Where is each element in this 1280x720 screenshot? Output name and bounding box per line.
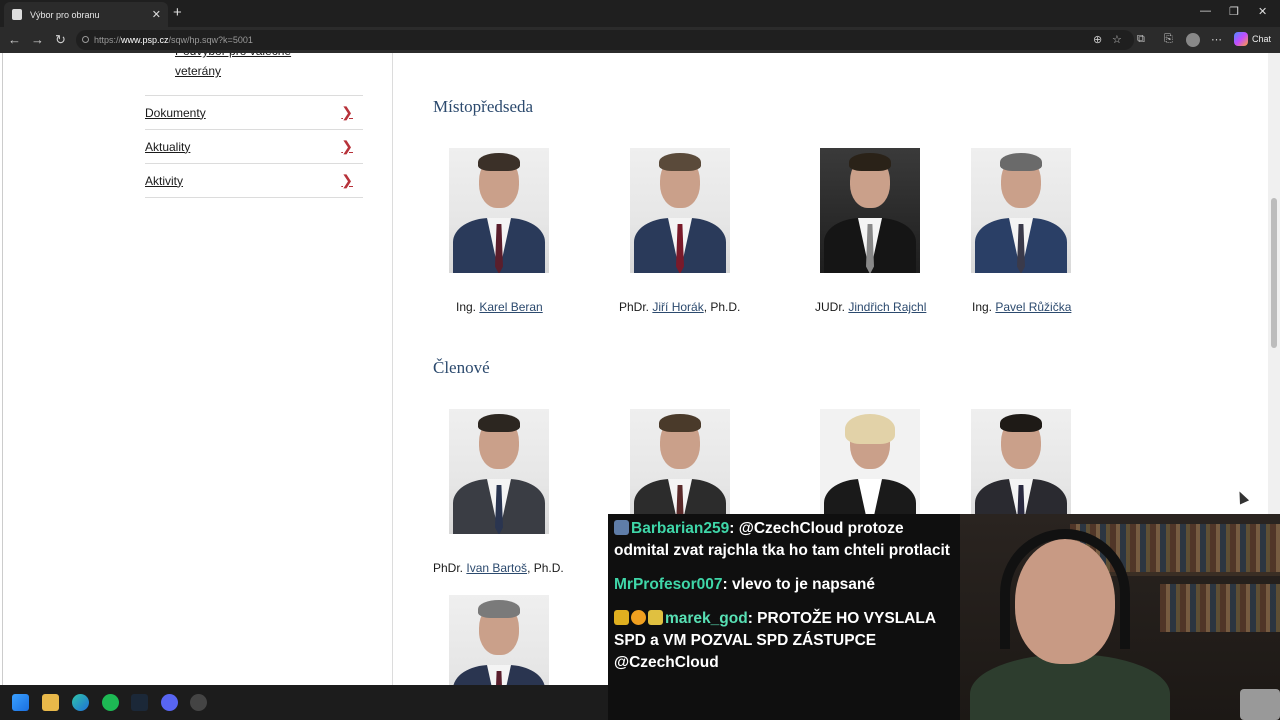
browser-tab[interactable]: Výbor pro obranu ✕: [4, 2, 168, 27]
close-tab-icon[interactable]: ✕: [152, 8, 161, 21]
forward-icon[interactable]: →: [31, 32, 44, 47]
member-link[interactable]: Jindřich Rajchl: [848, 300, 926, 314]
favorite-star-icon[interactable]: ☆: [1112, 33, 1122, 46]
chat-username: MrProfesor007: [614, 576, 723, 593]
windows-start-icon[interactable]: [12, 694, 29, 711]
section-title-members: Členové: [433, 358, 490, 377]
crown-badge-icon: [614, 610, 629, 625]
url-prefix: https://: [94, 35, 122, 45]
close-window-icon[interactable]: ✕: [1258, 5, 1267, 18]
sidebar-menu: Dokumenty ❯ Aktuality ❯ Aktivity ❯: [145, 95, 363, 198]
chat-message: Barbarian259: @CzechCloud protoze odmita…: [614, 520, 950, 559]
member-title-prefix: JUDr.: [815, 300, 845, 314]
member-title-prefix: PhDr.: [619, 300, 650, 314]
chat-label: Chat: [1252, 34, 1272, 44]
collections-icon[interactable]: ⎘: [1164, 33, 1173, 46]
member-name: Ing. Karel Beran: [456, 300, 543, 314]
profile-avatar[interactable]: [1186, 33, 1200, 47]
stream-chat-overlay: Barbarian259: @CzechCloud protoze odmita…: [608, 514, 960, 720]
scrollbar-thumb[interactable]: [1271, 198, 1277, 348]
member-title-suffix: , Ph.D.: [703, 300, 741, 314]
tab-bar: Výbor pro obranu ✕ + — ❐ ✕: [0, 0, 1280, 27]
webcam-overlay: [960, 514, 1280, 720]
member-photo[interactable]: [630, 148, 730, 273]
member-link[interactable]: Karel Beran: [479, 300, 542, 314]
headset-image: [1000, 529, 1130, 649]
member-link[interactable]: Ivan Bartoš: [466, 561, 527, 575]
sidebar-item-aktivity[interactable]: Aktivity ❯: [145, 164, 363, 198]
chat-message: marek_god: PROTOŽE HO VYSLALA SPD a VM P…: [614, 610, 936, 671]
address-toolbar: ← → ↻ https://www.psp.cz/sqw/hp.sqw?k=50…: [0, 27, 1280, 53]
chat-username: Barbarian259: [631, 520, 730, 537]
zoom-icon[interactable]: ⊕: [1093, 33, 1102, 46]
sidebar-item-label: Aktivity: [145, 173, 184, 188]
chat-username: marek_god: [665, 610, 748, 627]
member-photo[interactable]: [449, 409, 549, 534]
member-title-prefix: Ing.: [972, 300, 993, 314]
back-icon[interactable]: ←: [8, 32, 21, 47]
file-explorer-icon[interactable]: [42, 694, 59, 711]
member-name: PhDr. Ivan Bartoš, Ph.D.: [433, 561, 564, 575]
member-photo[interactable]: [449, 595, 549, 685]
chat-text: vlevo to je napsané: [732, 576, 876, 593]
more-menu-icon[interactable]: ⋯: [1211, 33, 1222, 46]
app-icon[interactable]: [190, 694, 207, 711]
section-title-vice-chair: Místopředseda: [433, 97, 534, 116]
extensions-icon[interactable]: ⧉: [1137, 33, 1145, 46]
chevron-right-icon: ❯: [341, 104, 353, 120]
sword-badge-icon: [614, 520, 629, 535]
member-name: Ing. Pavel Růžička: [972, 300, 1071, 314]
sidebar-sublink-veterans-line1[interactable]: Podvýbor pro válečné: [175, 53, 291, 61]
chevron-right-icon: ❯: [341, 172, 353, 188]
member-title-suffix: , Ph.D.: [527, 561, 564, 575]
sidebar-item-dokumenty[interactable]: Dokumenty ❯: [145, 96, 363, 130]
member-name: JUDr. Jindřich Rajchl: [815, 300, 926, 314]
discord-icon[interactable]: [161, 694, 178, 711]
microphone-image: [1240, 689, 1280, 720]
new-tab-icon[interactable]: +: [173, 4, 182, 21]
bits-badge-icon: [648, 610, 663, 625]
url-path: /sqw/hp.sqw?k=5001: [168, 35, 253, 45]
subscriber-badge-icon: [631, 610, 646, 625]
edge-icon[interactable]: [72, 694, 89, 711]
address-bar[interactable]: https://www.psp.cz/sqw/hp.sqw?k=5001: [76, 30, 1134, 50]
maximize-icon[interactable]: ❐: [1229, 5, 1239, 18]
sidebar-item-aktuality[interactable]: Aktuality ❯: [145, 130, 363, 164]
member-name: PhDr. Jiří Horák, Ph.D.: [619, 300, 740, 314]
sidebar-item-label: Dokumenty: [145, 105, 206, 120]
member-title-prefix: Ing.: [456, 300, 477, 314]
page-left-edge: [2, 53, 3, 685]
copilot-icon: [1234, 32, 1248, 46]
sidebar-sublink-veterans-line2[interactable]: veterány: [175, 61, 221, 81]
sidebar-item-label: Aktuality: [145, 139, 191, 154]
copilot-chat-button[interactable]: Chat: [1234, 32, 1271, 46]
member-photo[interactable]: [449, 148, 549, 273]
member-link[interactable]: Pavel Růžička: [995, 300, 1071, 314]
chevron-right-icon: ❯: [341, 138, 353, 154]
member-link[interactable]: Jiří Horák: [652, 300, 703, 314]
lock-icon: [82, 36, 89, 43]
bookshelf-image: [1160, 584, 1280, 632]
tab-title: Výbor pro obranu: [30, 9, 100, 20]
member-title-prefix: PhDr.: [433, 561, 464, 575]
reload-icon[interactable]: ↻: [55, 32, 66, 48]
favicon-icon: [12, 9, 22, 20]
content-divider: [392, 53, 393, 685]
member-photo[interactable]: [820, 148, 920, 273]
steam-icon[interactable]: [131, 694, 148, 711]
taskbar: [0, 685, 608, 720]
spotify-icon[interactable]: [102, 694, 119, 711]
member-photo[interactable]: [971, 148, 1071, 273]
chat-message: MrProfesor007: vlevo to je napsané: [614, 576, 876, 593]
minimize-icon[interactable]: —: [1200, 5, 1211, 17]
url-host: www.psp.cz: [121, 35, 169, 45]
